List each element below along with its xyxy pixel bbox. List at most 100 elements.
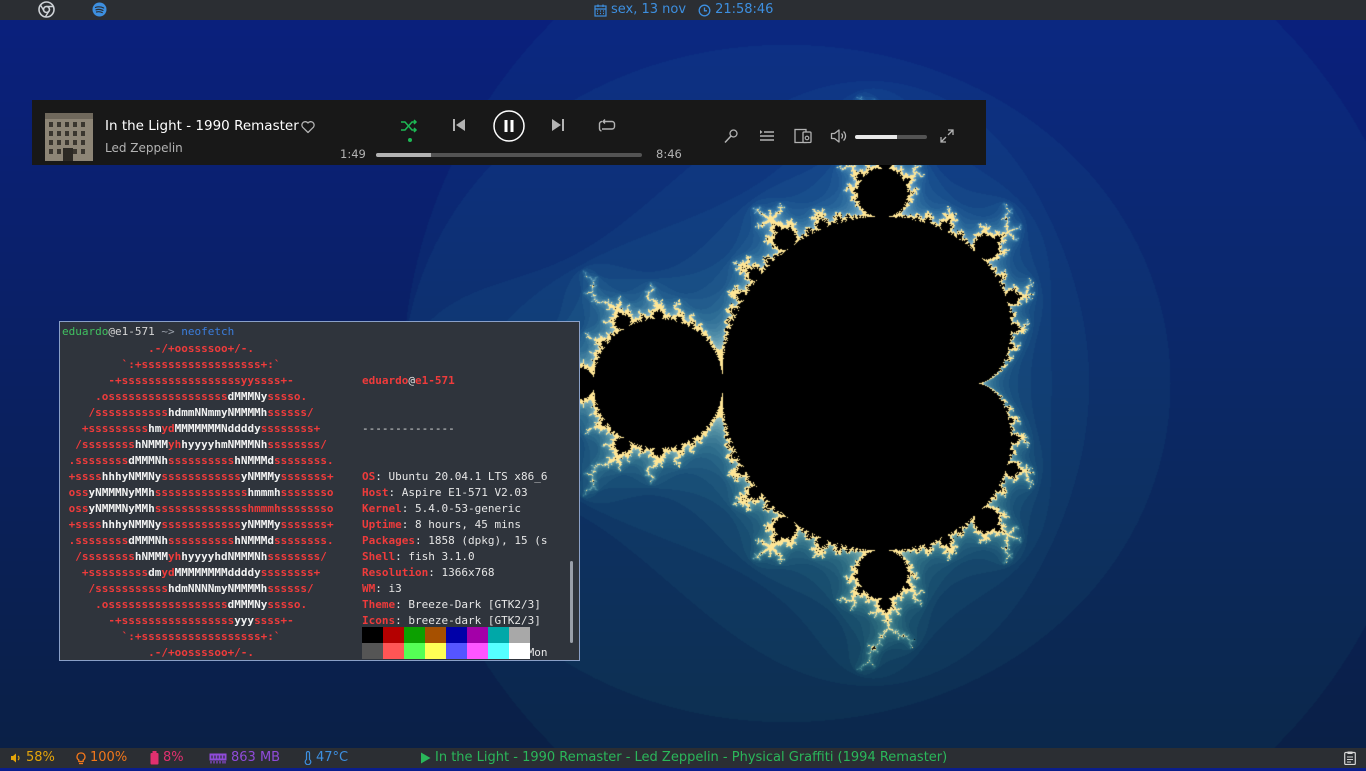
logo-line: .ssssssssdMMMNhsssssssssshNMMMdssssssss.	[62, 533, 334, 549]
chrome-icon[interactable]	[38, 1, 55, 18]
prompt-user: eduardo	[62, 325, 109, 338]
info-key: Icons	[362, 614, 396, 627]
repeat-icon	[598, 119, 616, 132]
volume-slider[interactable]	[855, 135, 927, 139]
info-line: WM: i3	[362, 581, 547, 597]
album-art[interactable]	[45, 113, 93, 161]
logo-segment: sssssss+	[280, 518, 334, 531]
logo-line: /sssssssshNMMMyhhyyyyhmNMMMNhssssssss/	[62, 437, 334, 453]
fullscreen-button[interactable]	[940, 129, 954, 143]
temperature-status[interactable]: 47°C	[304, 749, 348, 767]
logo-segment: dMMMNh	[128, 534, 168, 547]
palette-swatch	[446, 643, 467, 659]
info-line: Theme: Breeze-Dark [GTK2/3]	[362, 597, 547, 613]
info-colon: :	[414, 534, 429, 547]
logo-line: .ssssssssdMMMNhsssssssssshNMMMdssssssss.	[62, 453, 334, 469]
logo-line: ossyNMMMNyMMhsssssssssssssshmmmhssssssso	[62, 501, 334, 517]
memory-status[interactable]: 863 MB	[209, 749, 280, 767]
fullscreen-icon	[940, 129, 954, 143]
info-line: Shell: fish 3.1.0	[362, 549, 547, 565]
info-value: Ubuntu 20.04.1 LTS x86_6	[388, 470, 548, 483]
clipboard-icon[interactable]	[1344, 751, 1356, 766]
info-key: Kernel	[362, 502, 402, 515]
clock-icon	[698, 4, 711, 16]
logo-segment: yNMMMNyMMh	[88, 502, 155, 515]
palette-swatch	[467, 627, 488, 643]
shuffle-icon	[401, 119, 418, 133]
info-colon: :	[375, 582, 389, 595]
spotify-mini-player: In the Light - 1990 Remaster Led Zeppeli…	[32, 100, 986, 165]
logo-segment: .-/+oossssoo+/-.	[62, 342, 255, 355]
palette-swatch	[425, 643, 446, 659]
logo-segment: -+sssssssssssssssss	[62, 614, 235, 627]
volume-status[interactable]: 58%	[10, 749, 55, 767]
info-key: Uptime	[362, 518, 402, 531]
logo-segment: sssssssssssssshmmmhssssssso	[154, 502, 334, 515]
devices-icon	[794, 128, 812, 144]
logo-segment: .ssssssss	[62, 534, 129, 547]
logo-segment: .-/+oossssoo+/-.	[62, 646, 255, 659]
logo-segment: oss	[62, 486, 89, 499]
progress-bar[interactable]	[376, 153, 642, 157]
lyrics-button[interactable]	[723, 128, 739, 144]
shuffle-button[interactable]	[399, 116, 419, 136]
logo-segment: hyyyyhmNMMMNh	[181, 438, 268, 451]
info-key: Host	[362, 486, 389, 499]
total-time: 8:46	[656, 147, 682, 161]
info-key: WM	[362, 582, 376, 595]
battery-text: 8%	[163, 750, 184, 765]
logo-segment: yh	[167, 550, 182, 563]
shell-prompt: eduardo@e1-571 ~> neofetch	[62, 325, 234, 338]
info-colon: :	[395, 614, 409, 627]
previous-button[interactable]	[451, 117, 467, 133]
logo-segment: hmmmh	[247, 486, 281, 499]
logo-segment: ssssssss/	[267, 438, 327, 451]
ram-icon	[209, 753, 227, 763]
brightness-status[interactable]: 100%	[76, 749, 127, 767]
play-pause-button[interactable]	[493, 110, 525, 142]
track-title[interactable]: In the Light - 1990 Remaster	[105, 118, 299, 134]
date-display: sex, 13 nov	[594, 1, 686, 19]
logo-segment: sssssss+	[280, 470, 334, 483]
logo-segment: hyyyyhdNMMMNh	[181, 550, 268, 563]
repeat-button[interactable]	[598, 117, 616, 135]
logo-segment: hNMMMd	[234, 534, 274, 547]
shuffle-active-indicator	[408, 138, 412, 142]
battery-status[interactable]: 8%	[150, 749, 184, 767]
palette-swatch	[383, 643, 404, 659]
logo-segment: `:+ssssssssssssssssss+:`	[62, 630, 281, 643]
info-separator: --------------	[362, 422, 455, 435]
track-artist[interactable]: Led Zeppelin	[105, 141, 183, 155]
palette-swatch	[362, 643, 383, 659]
like-button[interactable]	[300, 119, 316, 135]
previous-icon	[453, 119, 465, 131]
heart-icon	[301, 121, 315, 134]
info-value: Breeze-Dark [GTK2/3]	[408, 598, 541, 611]
terminal-window[interactable]: eduardo@e1-571 ~> neofetch .-/+oossssoo+…	[59, 321, 580, 661]
pause-icon	[493, 110, 525, 142]
logo-segment: +sssssssss	[62, 566, 149, 579]
logo-segment: hm	[148, 422, 162, 435]
devices-button[interactable]	[794, 128, 812, 144]
memory-text: 863 MB	[231, 750, 281, 765]
palette-swatch	[404, 627, 425, 643]
next-button[interactable]	[550, 117, 566, 133]
info-colon: :	[388, 486, 402, 499]
logo-segment: dMMMNy	[227, 598, 268, 611]
info-line: Uptime: 8 hours, 45 mins	[362, 517, 547, 533]
volume-fill	[855, 135, 897, 139]
logo-segment: ssssssssss	[167, 454, 235, 467]
spotify-icon[interactable]	[91, 1, 108, 18]
logo-line: .-/+oossssoo+/-.	[62, 341, 334, 357]
now-playing-status[interactable]: In the Light - 1990 Remaster - Led Zeppe…	[420, 749, 947, 767]
info-colon: :	[428, 566, 442, 579]
terminal-scrollbar[interactable]	[570, 561, 573, 643]
prompt-at: @	[108, 325, 115, 338]
logo-segment: /sssssssssss	[62, 406, 168, 419]
info-value: breeze-dark [GTK2/3]	[408, 614, 541, 627]
logo-segment: ssssssss.	[273, 534, 334, 547]
ubuntu-ascii-logo: .-/+oossssoo+/-. `:+ssssssssssssssssss+:…	[62, 341, 334, 660]
queue-button[interactable]	[759, 128, 775, 144]
volume-button[interactable]	[830, 128, 848, 144]
info-line: Kernel: 5.4.0-53-generic	[362, 501, 547, 517]
